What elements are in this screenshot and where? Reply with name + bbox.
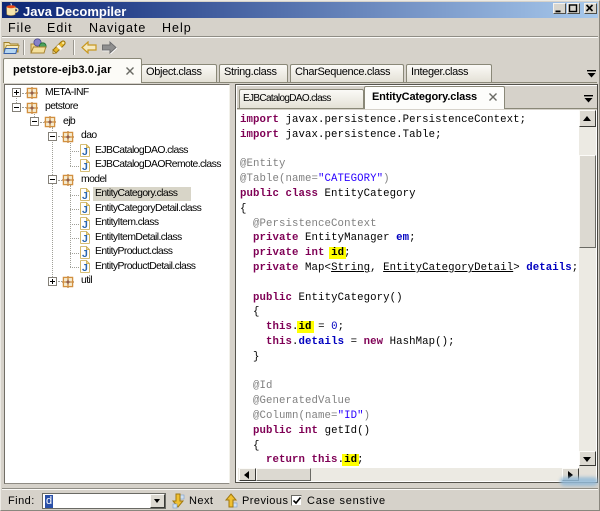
svg-text:J: J <box>82 161 88 172</box>
svg-text:J: J <box>82 219 88 230</box>
svg-text:J: J <box>82 204 88 215</box>
svg-text:J: J <box>82 262 88 273</box>
svg-text:J: J <box>82 146 88 157</box>
svg-text:J: J <box>82 190 88 201</box>
svg-text:J: J <box>82 248 88 259</box>
svg-text:J: J <box>82 233 88 244</box>
